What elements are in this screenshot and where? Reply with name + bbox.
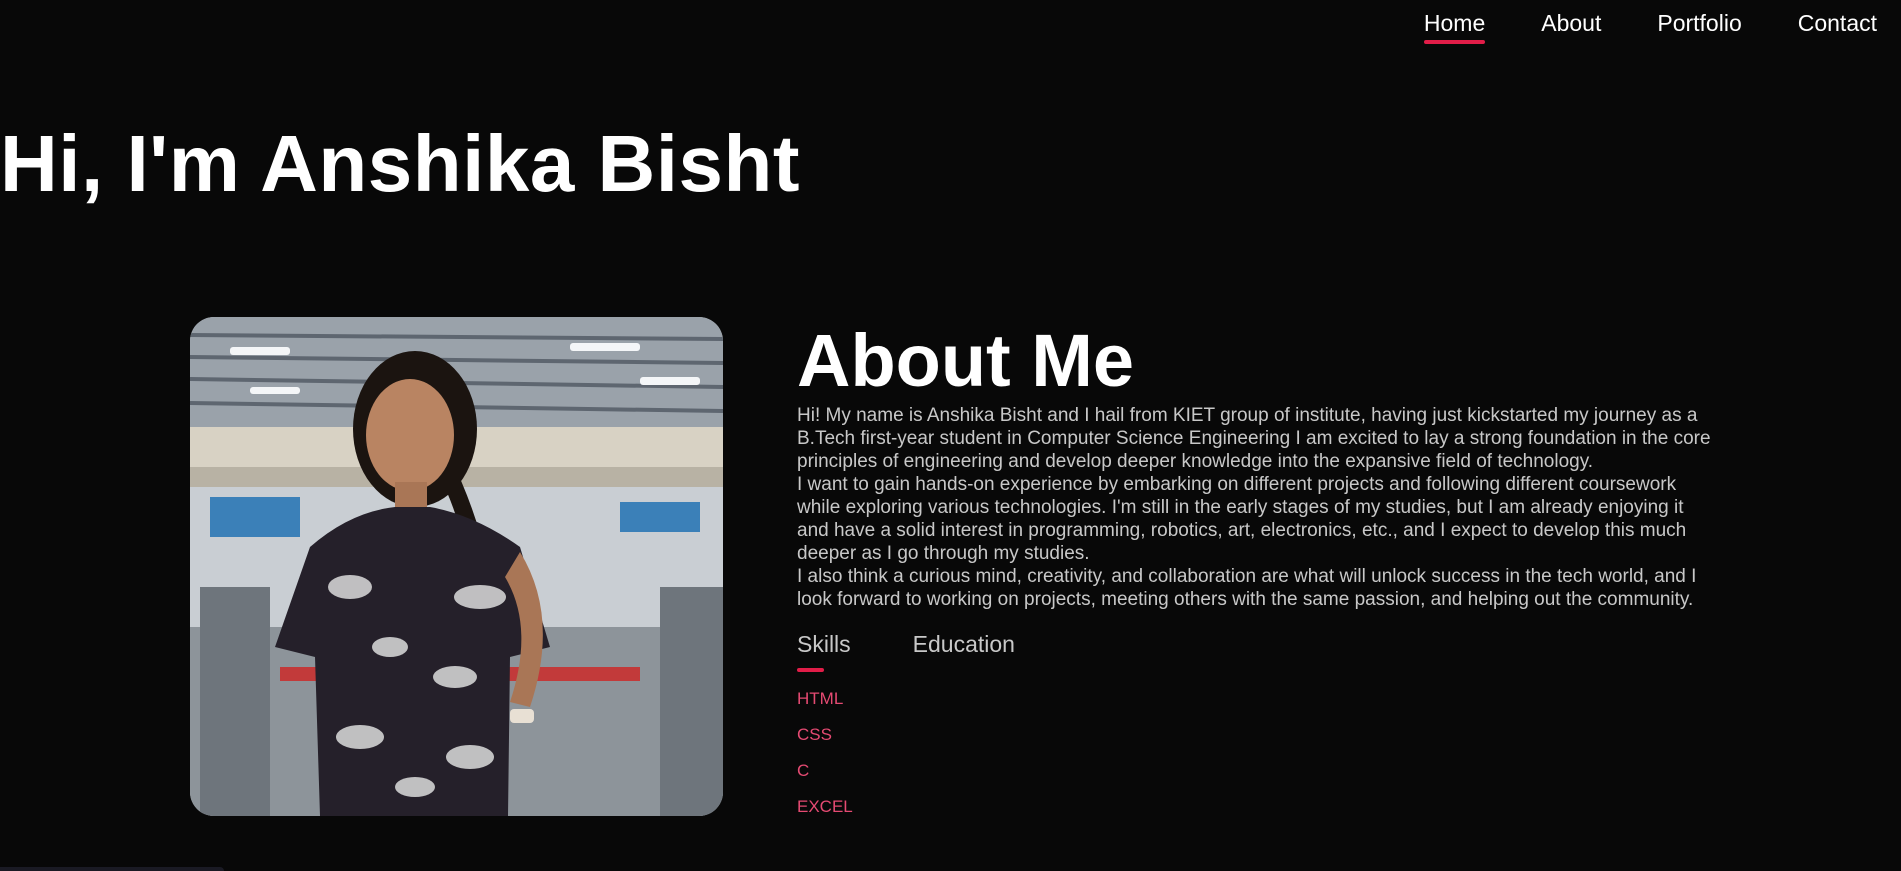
about-heading: About Me — [797, 319, 1135, 402]
about-paragraph: I also think a curious mind, creativity,… — [797, 566, 1697, 610]
skill-item: C — [797, 761, 810, 780]
skill-item: HTML — [797, 689, 844, 708]
about-paragraph: I want to gain hands-on experience by em… — [797, 474, 1687, 564]
top-nav: Home About Portfolio Contact — [1368, 0, 1877, 54]
nav-link-portfolio[interactable]: Portfolio — [1657, 0, 1741, 37]
nav-link-about[interactable]: About — [1541, 0, 1601, 37]
skills-list: HTML CSS C EXCEL — [797, 681, 1717, 825]
profile-photo — [190, 317, 723, 816]
tab-skills[interactable]: Skills — [797, 631, 851, 672]
about-paragraph: Hi! My name is Anshika Bisht and I hail … — [797, 405, 1711, 472]
nav-link-home[interactable]: Home — [1423, 0, 1486, 44]
about-tabs: Skills Education — [797, 631, 1717, 675]
hero-title: Hi, I'm Anshika Bisht — [0, 119, 801, 208]
bottom-left-strip — [0, 867, 224, 871]
about-section: About Me Hi! My name is Anshika Bisht an… — [797, 318, 1717, 825]
nav-link-contact[interactable]: Contact — [1798, 0, 1877, 37]
skill-item: CSS — [797, 725, 832, 744]
tab-education[interactable]: Education — [913, 631, 1015, 661]
skill-item: EXCEL — [797, 797, 853, 816]
